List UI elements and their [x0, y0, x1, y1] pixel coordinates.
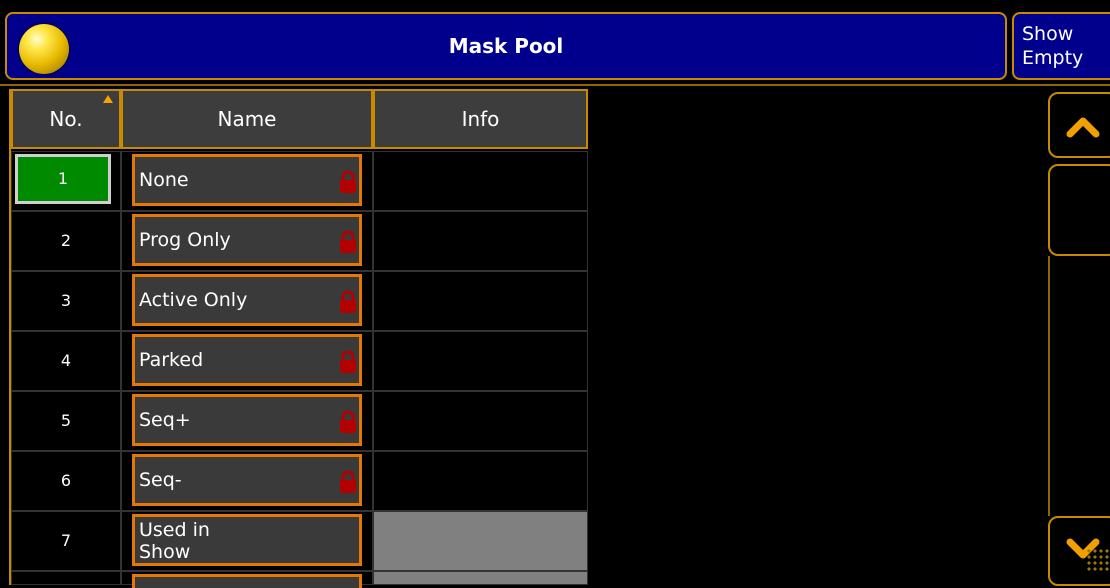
info-cell[interactable] [373, 511, 588, 571]
table-row[interactable] [11, 571, 588, 588]
mask-name-label: Parked [139, 349, 204, 371]
name-cell[interactable]: Active Only [121, 271, 373, 331]
table-row[interactable]: 4 Parked [11, 331, 588, 391]
selected-indicator: 1 [15, 154, 111, 204]
mask-name-label: None [139, 169, 189, 191]
table-row[interactable]: 3 Active Only [11, 271, 588, 331]
row-number-cell[interactable]: 5 [11, 391, 121, 451]
show-empty-label-line1: Show [1022, 23, 1074, 45]
mask-name-label: Seq- [139, 469, 182, 491]
window-title: Mask Pool [448, 34, 564, 58]
mask-name-line2: Show [139, 541, 191, 563]
row-number-cell[interactable]: 4 [11, 331, 121, 391]
name-cell[interactable]: Prog Only [121, 211, 373, 271]
column-header-info-label: Info [461, 107, 500, 131]
name-cell[interactable]: Used in Show [121, 511, 373, 571]
mask-name-label: Seq+ [139, 409, 191, 431]
lock-icon [340, 410, 356, 433]
show-empty-label-line2: Empty [1022, 47, 1084, 69]
table-row[interactable]: 7 Used in Show [11, 511, 588, 571]
row-number-cell[interactable]: 6 [11, 451, 121, 511]
name-cell[interactable]: Seq+ [121, 391, 373, 451]
mask-name[interactable] [132, 574, 362, 588]
mask-name[interactable]: Prog Only [132, 214, 362, 266]
title-bar: Mask Pool [5, 12, 1007, 80]
show-empty-button[interactable]: Show Empty [1012, 12, 1110, 80]
mask-name[interactable]: Used in Show [132, 514, 362, 566]
mask-name-line1: Used in [139, 519, 210, 541]
row-number-cell[interactable] [11, 571, 121, 585]
scroll-down-button[interactable] [1048, 516, 1110, 586]
info-cell[interactable] [373, 571, 588, 585]
table-row[interactable]: 1 None [11, 151, 588, 211]
scroll-track[interactable] [1048, 256, 1050, 516]
row-number-cell[interactable]: 2 [11, 211, 121, 271]
name-cell[interactable] [121, 571, 373, 588]
info-cell[interactable] [373, 391, 588, 451]
column-header-name[interactable]: Name [121, 89, 373, 149]
scroll-thumb[interactable] [1048, 164, 1110, 256]
lock-icon [340, 170, 356, 193]
row-number-cell[interactable]: 1 [11, 151, 121, 211]
mask-name[interactable]: Seq- [132, 454, 362, 506]
info-cell[interactable] [373, 151, 588, 211]
sort-ascending-icon [103, 95, 113, 103]
info-cell[interactable] [373, 451, 588, 511]
column-header-name-label: Name [217, 107, 277, 131]
divider [0, 84, 1110, 86]
row-number-cell[interactable]: 7 [11, 511, 121, 571]
name-cell[interactable]: Parked [121, 331, 373, 391]
info-cell[interactable] [373, 331, 588, 391]
name-cell[interactable]: Seq- [121, 451, 373, 511]
mask-name[interactable]: None [132, 154, 362, 206]
mask-name-label: Active Only [139, 289, 248, 311]
mask-pool-grid: No. Name Info 1 None 2 Prog Only 3 Activ… [9, 89, 588, 588]
lock-icon [340, 230, 356, 253]
lock-icon [340, 350, 356, 373]
column-header-no-label: No. [49, 107, 83, 131]
chevron-up-icon [1066, 117, 1100, 138]
table-row[interactable]: 6 Seq- [11, 451, 588, 511]
mask-name[interactable]: Parked [132, 334, 362, 386]
column-header-info[interactable]: Info [373, 89, 588, 149]
scroll-up-button[interactable] [1048, 92, 1110, 158]
lock-icon [340, 290, 356, 313]
table-row[interactable]: 2 Prog Only [11, 211, 588, 271]
name-cell[interactable]: None [121, 151, 373, 211]
resize-grip-icon[interactable] [1086, 548, 1110, 572]
lock-icon [340, 470, 356, 493]
mask-name-label: Prog Only [139, 229, 231, 251]
mask-name[interactable]: Seq+ [132, 394, 362, 446]
table-row[interactable]: 5 Seq+ [11, 391, 588, 451]
scroll-bar[interactable] [1048, 92, 1110, 586]
info-cell[interactable] [373, 271, 588, 331]
column-header-no[interactable]: No. [11, 89, 121, 149]
mask-name[interactable]: Active Only [132, 274, 362, 326]
row-number-cell[interactable]: 3 [11, 271, 121, 331]
info-cell[interactable] [373, 211, 588, 271]
